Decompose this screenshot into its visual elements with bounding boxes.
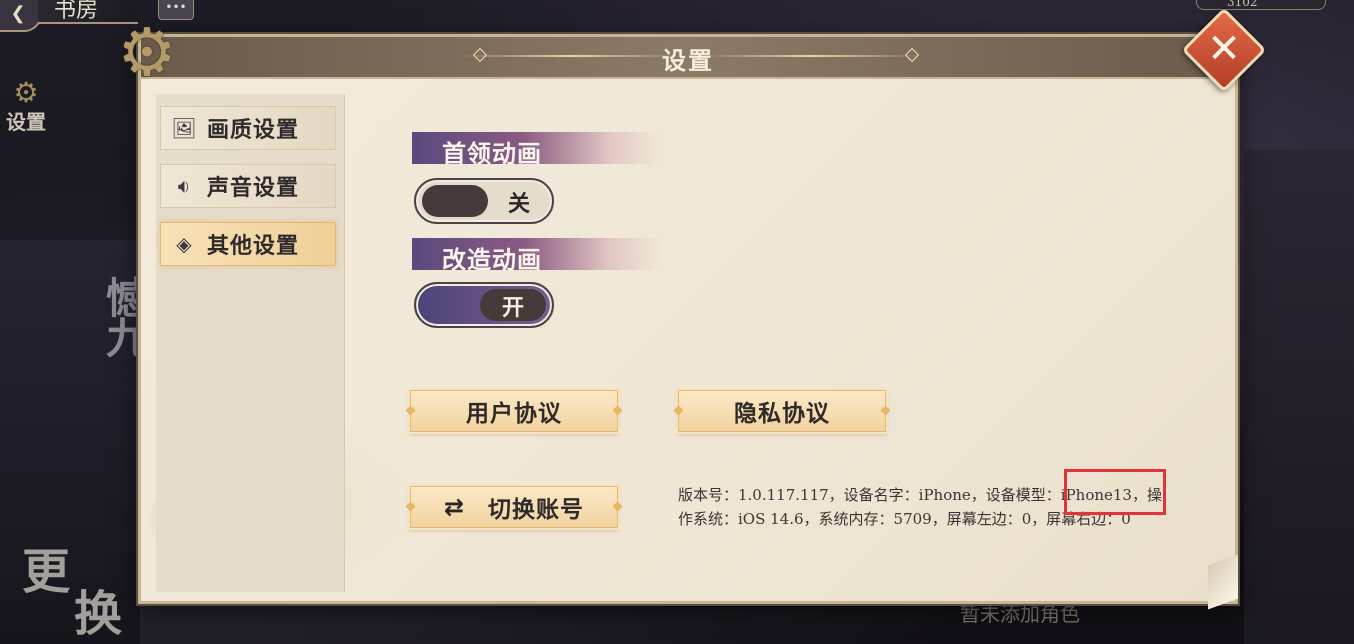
button-label: 用户协议 <box>466 400 562 427</box>
speaker-icon: 🔉︎ <box>177 174 191 198</box>
dialog-title: 设置 <box>662 46 714 75</box>
chevron-left-icon: ❮ <box>10 2 26 24</box>
back-button[interactable]: ❮ <box>0 0 42 32</box>
background-glyph: 换 <box>74 586 123 642</box>
image-icon: 🖼︎ <box>171 116 197 140</box>
dialog-header: 设置 <box>141 37 1235 79</box>
tab-graphics-settings[interactable]: 🖼︎ 画质设置 <box>160 106 336 150</box>
side-settings-label[interactable]: 设置 <box>6 106 46 135</box>
breadcrumb-label: 书房 <box>54 0 99 23</box>
background-glyph: 更 <box>22 544 71 600</box>
section-title-boss-animation: 首领动画 <box>442 139 542 168</box>
privacy-agreement-button[interactable]: 隐私协议 <box>673 390 891 432</box>
toggle-state-label: 关 <box>508 191 531 217</box>
section-title-upgrade-animation: 改造动画 <box>442 245 542 274</box>
button-label: 切换账号 <box>488 496 585 523</box>
tab-sound-settings[interactable]: 🔉︎ 声音设置 <box>160 164 336 208</box>
user-agreement-button[interactable]: 用户协议 <box>405 390 623 432</box>
highlight-annotation-box <box>1064 469 1166 515</box>
toggle-knob <box>422 185 488 217</box>
background-right-shelf <box>1244 150 1354 644</box>
tab-label: 其他设置 <box>207 233 300 259</box>
tab-label: 声音设置 <box>207 175 300 201</box>
gear-icon: ⚙ <box>117 14 177 91</box>
tab-label: 画质设置 <box>207 117 300 143</box>
upgrade-animation-toggle[interactable]: 开 <box>414 282 554 328</box>
layers-icon: ◈ <box>176 232 192 256</box>
currency-counter: 3102 <box>1196 0 1326 10</box>
chat-bubble-icon: ••• <box>165 0 187 14</box>
toggle-state-label: 开 <box>502 295 525 321</box>
settings-gear-icon[interactable]: ⚙ <box>6 78 46 108</box>
close-icon[interactable]: ✕ <box>1194 20 1254 80</box>
button-label: 隐私协议 <box>734 400 830 427</box>
boss-animation-toggle[interactable]: 关 <box>414 178 554 224</box>
switch-account-button[interactable]: ⇄ 切换账号 <box>405 486 623 528</box>
tab-other-settings[interactable]: ◈ 其他设置 <box>160 222 336 266</box>
refresh-icon: ⇄ <box>443 493 465 521</box>
